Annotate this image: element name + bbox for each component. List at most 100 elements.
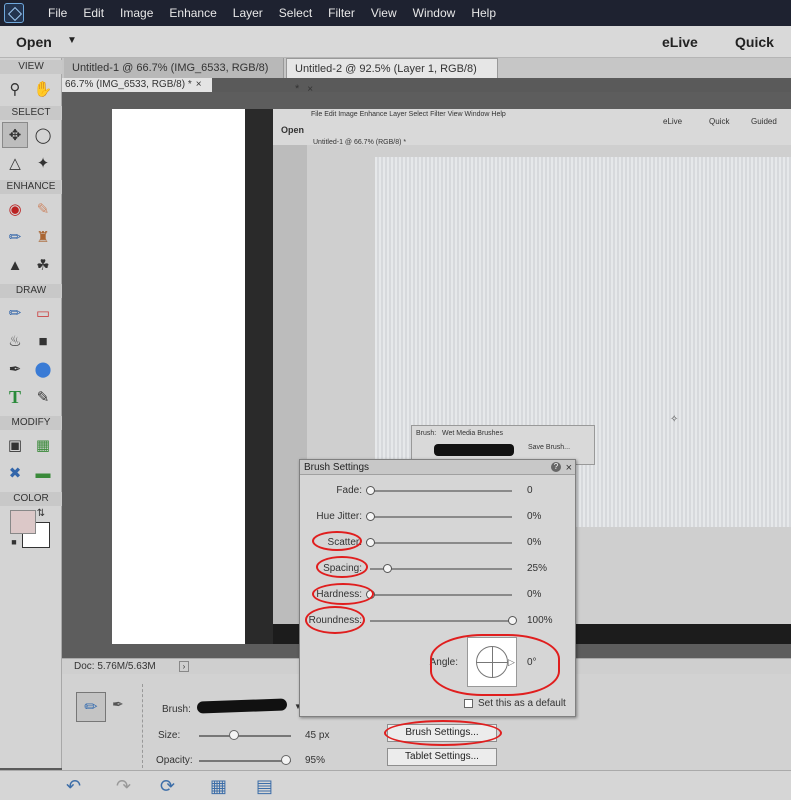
menu-items: File Edit Image Enhance Layer Select Fil… xyxy=(40,0,504,26)
move-tool-icon[interactable]: ✥ xyxy=(2,122,28,148)
close-icon[interactable]: × xyxy=(566,461,572,476)
spacing-label: Spacing: xyxy=(323,563,362,574)
crop-tool-icon[interactable]: ▣ xyxy=(2,432,28,458)
lasso-tool-icon[interactable]: △ xyxy=(2,150,28,176)
roundness-value: 100% xyxy=(527,615,553,626)
help-icon[interactable]: ? xyxy=(551,462,561,472)
set-default-label: Set this as a default xyxy=(478,698,566,709)
fade-slider-handle[interactable] xyxy=(366,486,375,495)
document-tabs: Untitled-1 @ 66.7% (IMG_6533, RGB/8) *× … xyxy=(62,58,791,95)
straighten-tool-icon[interactable]: ▬ xyxy=(30,460,56,486)
scatter-slider[interactable] xyxy=(370,542,512,544)
angle-control[interactable]: ▷ xyxy=(467,637,517,687)
default-colors-icon[interactable]: ■ xyxy=(8,536,20,548)
gradient-tool-icon[interactable]: ■ xyxy=(30,328,56,354)
bottom-bar: ↶ ↷ ⟳ ▦ ▤ xyxy=(0,770,791,800)
doc-size: Doc: 5.76M/5.63M xyxy=(74,661,156,672)
dialog-title: Brush Settings xyxy=(304,462,370,473)
redo-icon[interactable]: ↷ xyxy=(116,776,131,797)
menu-help[interactable]: Help xyxy=(463,0,504,26)
ellipse-shape-icon[interactable]: ⬤ xyxy=(30,356,56,382)
clone-stamp-icon[interactable]: ♜ xyxy=(30,224,56,250)
layout-icon[interactable]: ▦ xyxy=(210,776,227,797)
eraser-tool-icon[interactable]: ▭ xyxy=(30,300,56,326)
swap-colors-icon[interactable]: ⇅ xyxy=(34,506,48,520)
menu-layer[interactable]: Layer xyxy=(225,0,271,26)
brush-tool-icon[interactable]: ✏ xyxy=(2,300,28,326)
spot-healing-icon[interactable]: ✎ xyxy=(30,196,56,222)
menu-bar: File Edit Image Enhance Layer Select Fil… xyxy=(0,0,791,26)
menu-view[interactable]: View xyxy=(363,0,405,26)
brush-settings-button[interactable]: Brush Settings... xyxy=(387,724,497,742)
spacing-slider-handle[interactable] xyxy=(383,564,393,573)
hand-tool-icon[interactable]: ✋ xyxy=(30,76,56,102)
tablet-settings-button[interactable]: Tablet Settings... xyxy=(387,748,497,766)
menu-file[interactable]: File xyxy=(40,0,75,26)
elive-button[interactable]: eLive xyxy=(662,34,698,50)
size-slider-handle[interactable] xyxy=(228,730,239,740)
organizer-icon[interactable]: ▤ xyxy=(256,776,273,797)
rotate-icon[interactable]: ⟳ xyxy=(160,776,175,797)
close-icon[interactable]: × xyxy=(196,79,202,90)
hardness-slider-handle[interactable] xyxy=(366,590,375,599)
sponge-tool-icon[interactable]: ☘ xyxy=(30,252,56,278)
spacing-value: 25% xyxy=(527,563,548,574)
blur-tool-icon[interactable]: ▲ xyxy=(2,252,28,278)
menu-edit[interactable]: Edit xyxy=(75,0,112,26)
menu-window[interactable]: Window xyxy=(405,0,464,26)
brush-preview[interactable] xyxy=(196,698,288,714)
scatter-value: 0% xyxy=(527,537,542,548)
section-select: SELECT xyxy=(0,106,62,120)
size-slider[interactable] xyxy=(199,735,291,737)
floating-document-tab[interactable]: 66.7% (IMG_6533, RGB/8) * × xyxy=(62,78,212,92)
section-modify: MODIFY xyxy=(0,416,62,430)
undo-icon[interactable]: ↶ xyxy=(66,776,81,797)
red-eye-tool-icon[interactable]: ◉ xyxy=(2,196,28,222)
fade-slider[interactable] xyxy=(370,490,512,492)
photo-open-text: Open xyxy=(281,125,305,135)
pencil-tool-icon[interactable]: ✎ xyxy=(30,384,56,410)
menu-image[interactable]: Image xyxy=(112,0,161,26)
angle-pointer-icon[interactable]: ▷ xyxy=(508,657,515,668)
opacity-slider[interactable] xyxy=(199,760,291,762)
hardness-slider[interactable] xyxy=(370,594,512,596)
size-value: 45 px xyxy=(305,730,330,741)
hardness-value: 0% xyxy=(527,589,542,600)
status-arrow-icon[interactable]: › xyxy=(179,661,189,672)
opacity-slider-handle[interactable] xyxy=(281,755,292,765)
quick-mode-button[interactable]: Quick xyxy=(735,34,774,50)
menu-filter[interactable]: Filter xyxy=(320,0,363,26)
type-tool-icon[interactable]: T xyxy=(2,384,28,410)
eyedropper-icon[interactable]: ✒ xyxy=(2,356,28,382)
smart-brush-icon[interactable]: ✏ xyxy=(2,224,28,250)
scatter-slider-handle[interactable] xyxy=(366,538,375,547)
open-button[interactable]: Open xyxy=(16,34,52,50)
menu-enhance[interactable]: Enhance xyxy=(161,0,224,26)
white-document[interactable] xyxy=(112,109,245,644)
recompose-tool-icon[interactable]: ▦ xyxy=(30,432,56,458)
brush-tool-option-icon[interactable]: ✏ xyxy=(76,692,106,722)
tab-untitled-2[interactable]: Untitled-2 @ 92.5% (Layer 1, RGB/8) * × xyxy=(286,58,498,95)
angle-label: Angle: xyxy=(429,657,458,668)
tab-untitled-1[interactable]: Untitled-1 @ 66.7% (IMG_6533, RGB/8) *× xyxy=(64,58,284,94)
content-aware-move-icon[interactable]: ✖ xyxy=(2,460,28,486)
roundness-slider[interactable] xyxy=(370,620,512,622)
size-label: Size: xyxy=(158,730,181,741)
magic-wand-icon[interactable]: ✦ xyxy=(30,150,56,176)
section-draw: DRAW xyxy=(0,284,62,298)
angle-value: 0° xyxy=(527,657,537,668)
hue-jitter-slider[interactable] xyxy=(370,516,512,518)
set-default-checkbox[interactable] xyxy=(464,699,473,708)
paint-bucket-icon[interactable]: ♨ xyxy=(2,328,28,354)
roundness-slider-handle[interactable] xyxy=(508,616,517,625)
zoom-tool-icon[interactable]: ⚲ xyxy=(2,76,28,102)
foreground-color-swatch[interactable] xyxy=(10,510,36,534)
fade-label: Fade: xyxy=(336,485,362,496)
photo-elive-text: eLive xyxy=(663,117,683,126)
hue-jitter-slider-handle[interactable] xyxy=(366,512,375,521)
elliptical-marquee-icon[interactable]: ◯ xyxy=(30,122,56,148)
menu-select[interactable]: Select xyxy=(271,0,320,26)
photo-tab-text: Untitled-1 @ 66.7% (RGB/8) * xyxy=(313,139,407,146)
impressionist-brush-icon[interactable]: ✒ xyxy=(112,696,124,713)
open-dropdown-icon[interactable]: ▼ xyxy=(67,35,77,46)
